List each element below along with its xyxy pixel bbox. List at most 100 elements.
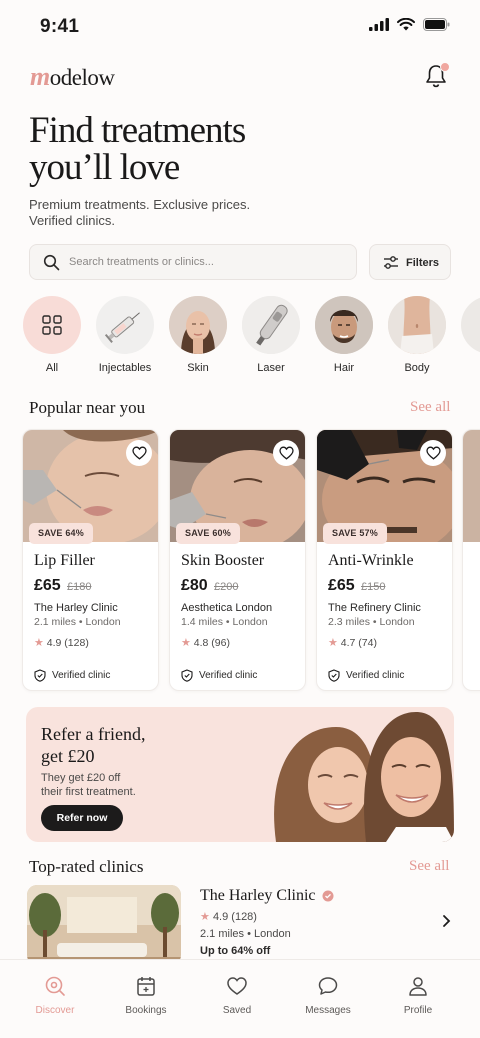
treatment-card-lip-filler[interactable]: SAVE 64% Lip Filler £65 £180 The Harley …: [22, 429, 159, 691]
shield-check-icon: [181, 669, 193, 682]
treatment-name: Anti-Wrinkle: [328, 552, 414, 569]
verified-label: Verified clinic: [328, 669, 404, 682]
category-more[interactable]: [461, 296, 480, 354]
filters-button[interactable]: Filters: [369, 244, 451, 280]
nav-saved[interactable]: Saved: [197, 974, 277, 1016]
treatment-name: Lip Filler: [34, 552, 95, 569]
treatment-price: £65: [34, 577, 61, 594]
section-title-popular: Popular near you: [29, 398, 146, 417]
friends-photo: [256, 707, 454, 842]
nav-label: Bookings: [125, 1005, 167, 1016]
treatment-price: £80: [181, 577, 208, 594]
signal-icon: [369, 18, 389, 31]
laser-device-photo: [242, 296, 300, 354]
nav-messages[interactable]: Messages: [288, 974, 368, 1016]
rating: ★ 4.7 (74): [328, 637, 377, 649]
category-list: All Injectables Skin Laser Hair Body: [23, 296, 480, 376]
logo-mark: m: [30, 62, 50, 91]
shield-check-icon: [328, 669, 340, 682]
clinic-deal: Up to 64% off: [200, 945, 271, 957]
see-all-popular-link[interactable]: See all: [410, 399, 450, 416]
clinic-name: The Harley Clinic: [34, 602, 118, 614]
clinic-name: Aesthetica London: [181, 602, 273, 614]
treatment-image: [463, 430, 480, 542]
status-time: 9:41: [40, 16, 80, 37]
man-face-photo: [315, 296, 373, 354]
page-subtitle: Premium treatments. Exclusive prices. Ve…: [29, 197, 251, 228]
clinic-distance: 2.3 miles • London: [328, 616, 415, 628]
category-injectables[interactable]: Injectables: [96, 296, 154, 374]
discount-badge: SAVE 64%: [29, 523, 93, 544]
verified-label: Verified clinic: [181, 669, 257, 682]
see-all-clinics-link[interactable]: See all: [409, 858, 449, 875]
category-body[interactable]: Body: [388, 296, 446, 374]
clinic-list-item[interactable]: The Harley Clinic ★ 4.9 (128) 2.1 miles …: [27, 885, 457, 965]
treatment-card-anti-wrinkle[interactable]: SAVE 57% Anti-Wrinkle £65 £150 The Refin…: [316, 429, 453, 691]
heart-icon: [227, 977, 247, 995]
search-icon: [43, 254, 60, 271]
category-all[interactable]: All: [23, 296, 81, 374]
treatment-name: Skin Booster: [181, 552, 265, 569]
search-input[interactable]: Search treatments or clinics...: [29, 244, 357, 280]
nav-label: Saved: [222, 1005, 252, 1016]
star-icon: ★: [181, 637, 191, 649]
favorite-button[interactable]: [420, 440, 446, 466]
category-hair[interactable]: Hair: [315, 296, 373, 374]
syringe-icon: [104, 312, 140, 343]
discount-badge: SAVE 57%: [323, 523, 387, 544]
referral-title: Refer a friend, get £20: [41, 724, 146, 766]
refer-now-button[interactable]: Refer now: [41, 805, 123, 831]
app-logo[interactable]: modelow: [30, 62, 115, 92]
referral-banner: Refer a friend, get £20 They get £20 off…: [26, 707, 454, 842]
bottom-nav: Discover Bookings Saved Messages Profile: [0, 959, 480, 1038]
category-label: All: [45, 362, 59, 374]
nav-profile[interactable]: Profile: [378, 974, 458, 1016]
status-bar: 9:41: [0, 0, 480, 56]
clinic-rating: ★ 4.9 (128): [200, 911, 257, 923]
section-title-top-rated: Top-rated clinics: [29, 857, 144, 876]
battery-icon: [423, 18, 450, 31]
nav-label: Messages: [305, 1005, 351, 1016]
rating: ★ 4.9 (128): [34, 637, 89, 649]
category-label: Laser: [257, 362, 285, 374]
category-skin[interactable]: Skin: [169, 296, 227, 374]
treatment-price: £65: [328, 577, 355, 594]
clinic-image: [27, 885, 181, 965]
favorite-button[interactable]: [273, 440, 299, 466]
wifi-icon: [397, 18, 415, 31]
category-label: Body: [404, 362, 430, 374]
treatment-card-partial[interactable]: [462, 429, 480, 691]
notifications-button[interactable]: [422, 62, 450, 90]
nav-label: Profile: [403, 1005, 433, 1016]
sliders-icon: [384, 256, 398, 269]
category-label: Hair: [333, 362, 355, 374]
filters-label: Filters: [406, 257, 440, 269]
grid-icon: [42, 315, 62, 335]
verified-badge-icon: [322, 890, 334, 902]
clinic-name: The Refinery Clinic: [328, 602, 421, 614]
discover-icon: [45, 976, 65, 996]
clinic-distance: 2.1 miles • London: [200, 928, 291, 940]
category-laser[interactable]: Laser: [242, 296, 300, 374]
nav-discover[interactable]: Discover: [15, 974, 95, 1016]
discount-badge: SAVE 60%: [176, 523, 240, 544]
star-icon: ★: [34, 637, 44, 649]
star-icon: ★: [328, 637, 338, 649]
category-label: Injectables: [98, 362, 152, 374]
original-price: £200: [214, 581, 239, 593]
clinic-name: The Harley Clinic: [200, 887, 334, 905]
chat-bubble-icon: [318, 977, 338, 995]
original-price: £150: [361, 581, 386, 593]
notification-dot: [440, 62, 450, 72]
star-icon: ★: [200, 911, 210, 923]
search-placeholder: Search treatments or clinics...: [69, 256, 214, 268]
nav-bookings[interactable]: Bookings: [106, 974, 186, 1016]
chevron-right-icon[interactable]: [439, 914, 453, 928]
favorite-button[interactable]: [126, 440, 152, 466]
original-price: £180: [67, 581, 92, 593]
user-icon: [409, 977, 427, 996]
treatment-card-skin-booster[interactable]: SAVE 60% Skin Booster £80 £200 Aesthetic…: [169, 429, 306, 691]
rating: ★ 4.8 (96): [181, 637, 230, 649]
clinic-distance: 2.1 miles • London: [34, 616, 121, 628]
heart-icon: [131, 446, 147, 460]
